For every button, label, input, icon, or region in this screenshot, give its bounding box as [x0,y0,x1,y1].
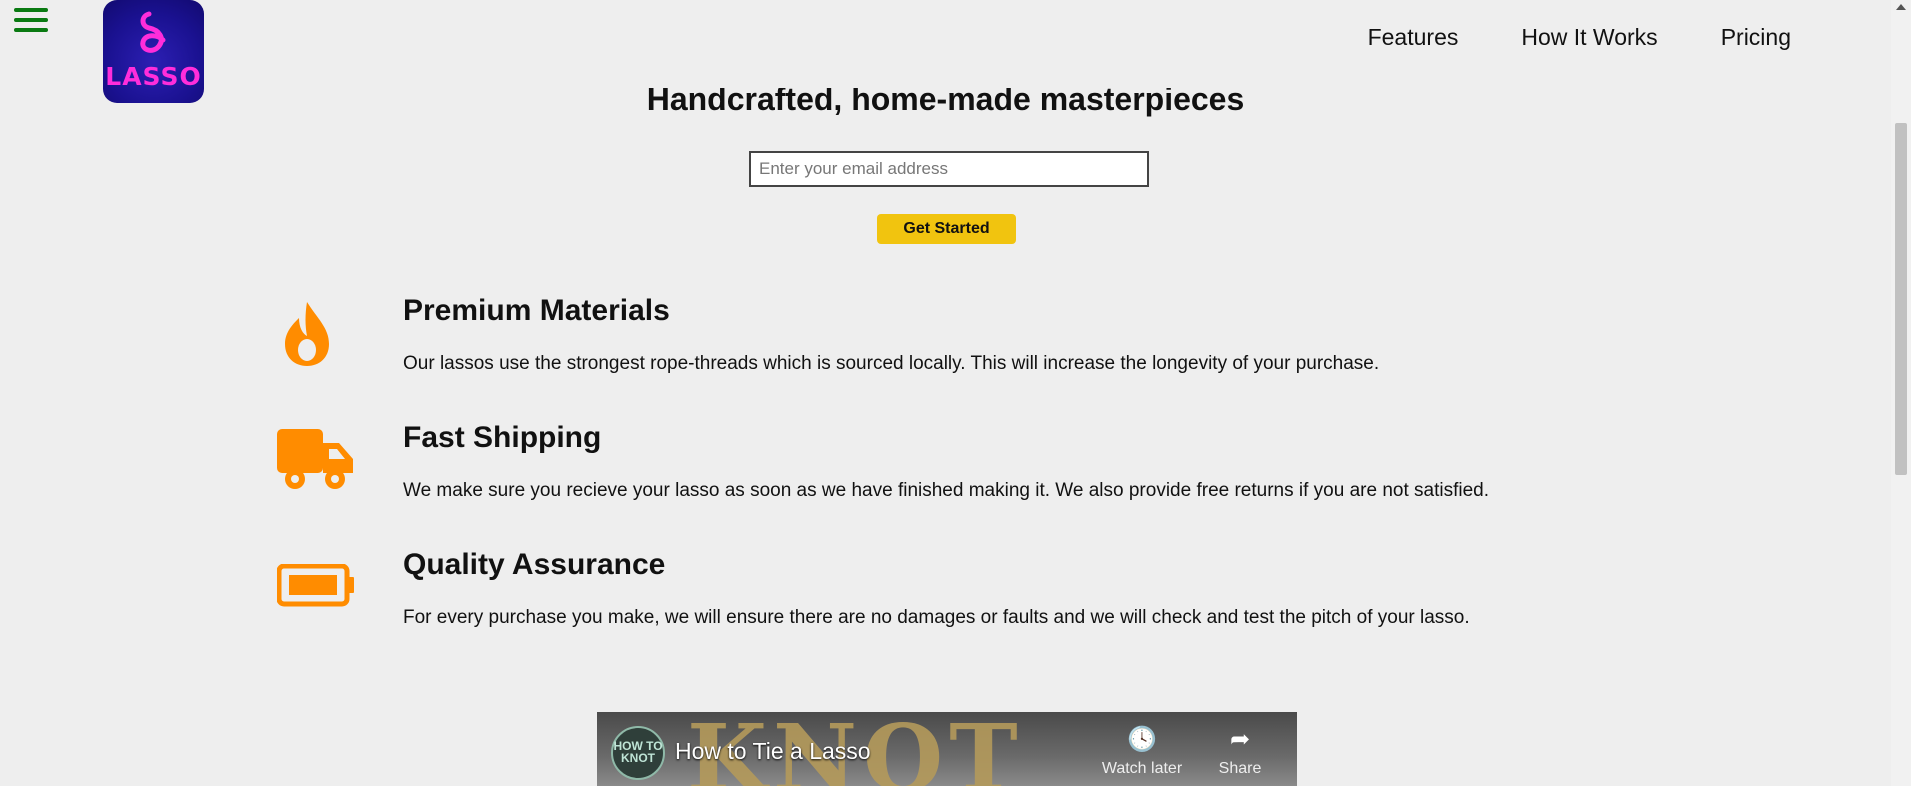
share-button[interactable]: ➦ Share [1210,726,1270,778]
hero-title: Handcrafted, home-made masterpieces [0,88,1891,120]
nav-link-pricing[interactable]: Pricing [1721,24,1791,51]
share-label: Share [1218,760,1262,777]
watch-later-label: Watch later [1101,760,1183,777]
get-started-button[interactable]: Get Started [877,214,1016,244]
video-embed[interactable]: KNOT HOW TO KNOT How to Tie a Lasso 🕓 Wa… [597,712,1297,786]
watch-later-button[interactable]: 🕓 Watch later [1095,726,1189,778]
share-arrow-icon: ➦ [1229,726,1251,753]
video-title[interactable]: How to Tie a Lasso [675,738,871,765]
nav-link-features[interactable]: Features [1368,24,1459,51]
top-nav: Features How It Works Pricing [1305,24,1791,51]
truck-icon [277,429,357,499]
nav-link-how-it-works[interactable]: How It Works [1521,24,1657,51]
feature-text: For every purchase you make, we will ens… [403,607,1470,628]
lasso-loop-icon [140,11,166,53]
feature-title: Premium Materials [403,294,670,327]
feature-text: We make sure you recieve your lasso as s… [403,480,1489,501]
hamburger-menu-icon[interactable] [14,8,48,38]
page-scrollbar[interactable] [1891,0,1911,786]
scrollbar-thumb[interactable] [1895,123,1907,475]
feature-text: Our lassos use the strongest rope-thread… [403,353,1380,374]
scroll-up-arrow-icon[interactable] [1896,4,1906,10]
channel-avatar[interactable]: HOW TO KNOT [611,726,665,780]
logo-text: LASSO [105,62,202,91]
hero-title-text: Handcrafted, home-made masterpieces [646,88,1245,117]
email-input[interactable] [749,151,1149,187]
feature-title: Quality Assurance [403,548,666,581]
feature-title: Fast Shipping [403,421,602,454]
clock-icon: 🕓 [1127,726,1157,753]
channel-avatar-text: HOW TO KNOT [613,739,663,765]
flame-icon [277,300,357,370]
page: LASSO Features How It Works Pricing Hand… [0,0,1911,786]
battery-icon [276,563,357,634]
